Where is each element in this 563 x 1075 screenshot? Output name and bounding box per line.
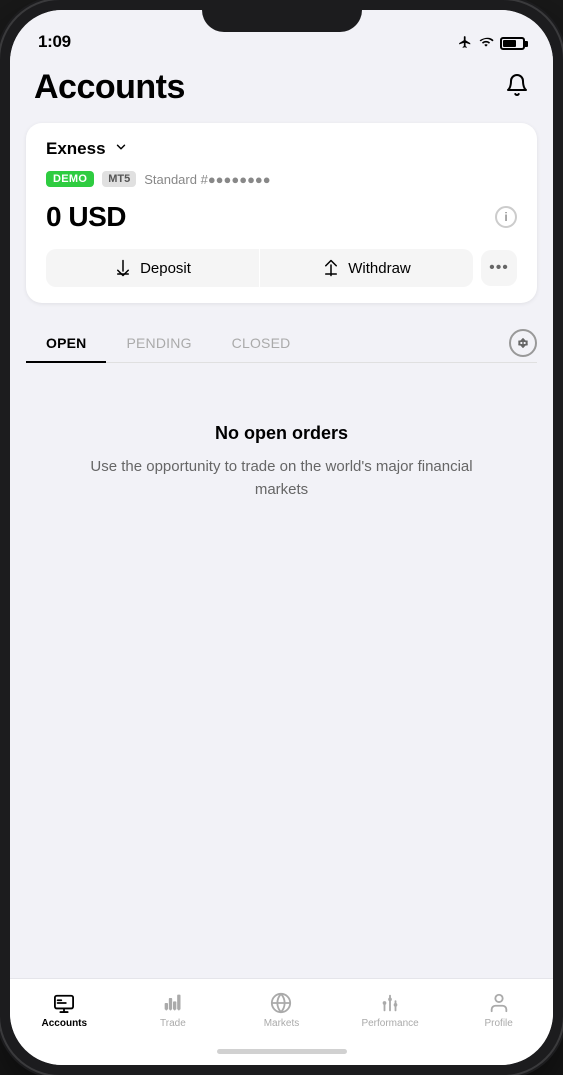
- deposit-icon: [114, 259, 132, 277]
- bottom-nav: Accounts Trade: [10, 978, 553, 1037]
- battery-icon: [500, 37, 525, 50]
- broker-name: Exness: [46, 139, 106, 159]
- account-badges: DEMO MT5 Standard #●●●●●●●●: [46, 171, 517, 187]
- home-indicator-bar: [217, 1049, 347, 1054]
- deposit-button[interactable]: Deposit: [46, 249, 259, 287]
- screen: 1:09: [10, 10, 553, 1065]
- performance-nav-icon: [377, 991, 403, 1015]
- more-button[interactable]: •••: [481, 250, 517, 286]
- platform-badge: MT5: [102, 171, 136, 187]
- home-indicator: [10, 1037, 553, 1065]
- accounts-nav-label: Accounts: [42, 1018, 88, 1029]
- account-card: Exness DEMO MT5 Standard #●●●●●●●●: [26, 123, 537, 303]
- orders-section: OPEN PENDING CLOSED: [10, 323, 553, 978]
- tabs-row: OPEN PENDING CLOSED: [26, 323, 537, 363]
- trade-nav-label: Trade: [160, 1018, 186, 1029]
- more-icon: •••: [489, 259, 509, 277]
- withdraw-icon: [322, 259, 340, 277]
- empty-title: No open orders: [215, 423, 348, 444]
- balance-row: 0 USD i: [46, 201, 517, 233]
- chevron-down-icon[interactable]: [114, 140, 128, 159]
- empty-state: No open orders Use the opportunity to tr…: [26, 363, 537, 561]
- withdraw-label: Withdraw: [348, 260, 411, 277]
- account-balance: 0 USD: [46, 201, 126, 233]
- deposit-label: Deposit: [140, 260, 191, 277]
- withdraw-button[interactable]: Withdraw: [260, 249, 473, 287]
- wifi-icon: [478, 35, 494, 52]
- account-type: Standard #●●●●●●●●: [144, 172, 270, 187]
- accounts-nav-icon: [51, 991, 77, 1015]
- nav-accounts[interactable]: Accounts: [10, 987, 119, 1033]
- header: Accounts: [10, 60, 553, 123]
- order-tabs: OPEN PENDING CLOSED: [26, 323, 310, 362]
- main-content: Accounts Exness: [10, 60, 553, 978]
- notification-button[interactable]: [505, 73, 529, 102]
- nav-profile[interactable]: Profile: [444, 987, 553, 1033]
- tab-pending[interactable]: PENDING: [106, 323, 211, 363]
- notch: [202, 0, 362, 32]
- performance-nav-label: Performance: [361, 1018, 418, 1029]
- trade-nav-icon: [160, 991, 186, 1015]
- profile-nav-icon: [486, 991, 512, 1015]
- profile-nav-label: Profile: [484, 1018, 512, 1029]
- status-icons: [458, 35, 525, 52]
- markets-nav-label: Markets: [264, 1018, 300, 1029]
- sort-button[interactable]: [509, 329, 537, 357]
- account-actions: Deposit Withdraw •••: [46, 249, 517, 287]
- tab-open[interactable]: OPEN: [26, 323, 106, 363]
- airplane-icon: [458, 35, 472, 52]
- nav-markets[interactable]: Markets: [227, 987, 336, 1033]
- empty-subtitle: Use the opportunity to trade on the worl…: [66, 456, 497, 501]
- sort-icon: [516, 336, 530, 350]
- phone-frame: 1:09: [0, 0, 563, 1075]
- status-time: 1:09: [38, 32, 71, 52]
- page-title: Accounts: [34, 68, 185, 107]
- markets-nav-icon: [268, 991, 294, 1015]
- nav-trade[interactable]: Trade: [119, 987, 228, 1033]
- demo-badge: DEMO: [46, 171, 94, 187]
- info-icon[interactable]: i: [495, 206, 517, 228]
- nav-performance[interactable]: Performance: [336, 987, 445, 1033]
- account-header: Exness: [46, 139, 517, 159]
- battery-fill: [503, 40, 516, 47]
- tab-closed[interactable]: CLOSED: [212, 323, 311, 363]
